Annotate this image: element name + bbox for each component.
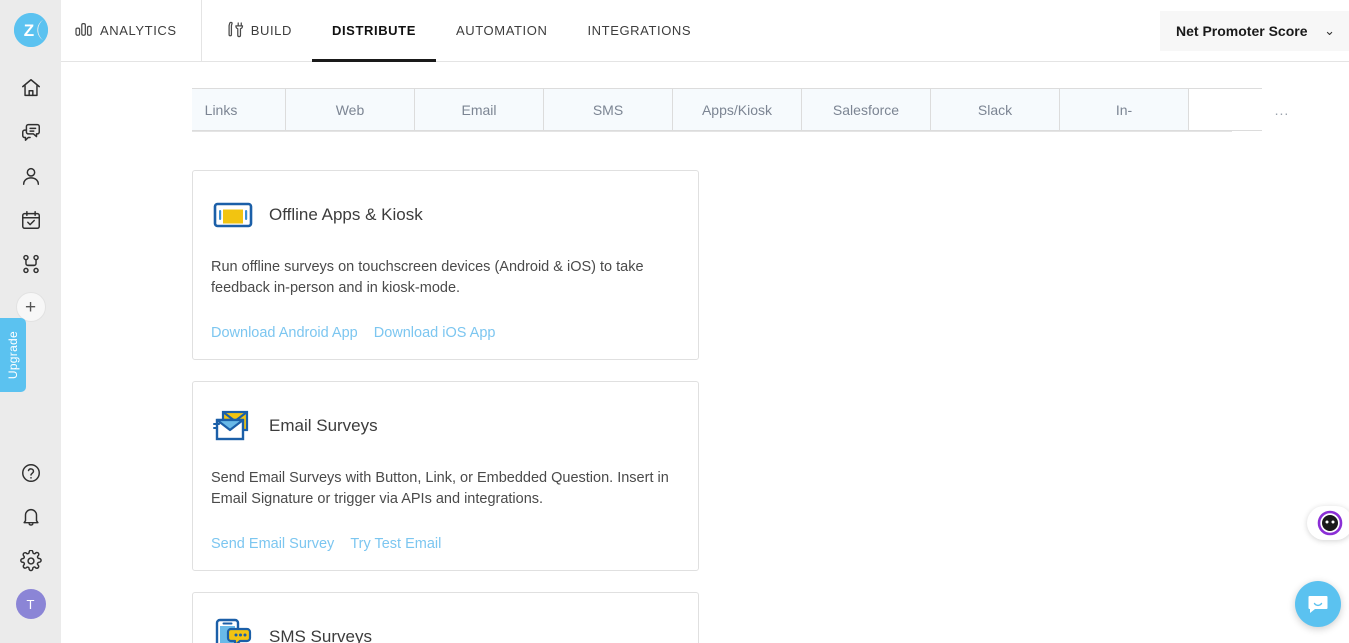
tab-salesforce[interactable]: Salesforce — [802, 89, 931, 130]
feedback-widget-button[interactable] — [1307, 506, 1349, 540]
tab-web[interactable]: Web — [286, 89, 415, 130]
tabs-list: Getting Started Links Web Email SMS Apps… — [192, 88, 1293, 131]
card-header: Email Surveys — [211, 402, 680, 450]
card-sms-surveys: SMS Surveys Reach your audiences on thei… — [192, 592, 699, 643]
upgrade-label: Upgrade — [6, 330, 20, 380]
send-email-survey-link[interactable]: Send Email Survey — [211, 536, 334, 552]
nav-label-integrations: INTEGRATIONS — [587, 23, 692, 38]
zonka-logo[interactable]: Z — [11, 10, 51, 50]
nav-label-build: BUILD — [250, 23, 292, 38]
download-android-app-link[interactable]: Download Android App — [211, 325, 358, 341]
card-header: Offline Apps & Kiosk — [211, 191, 680, 239]
svg-text:Z: Z — [23, 21, 33, 40]
feedback-icon[interactable] — [9, 110, 53, 154]
tab-email[interactable]: Email — [415, 89, 544, 130]
card-actions: Send Email Survey Try Test Email — [211, 520, 680, 552]
tabs-overflow-button[interactable]: ... — [1262, 88, 1302, 131]
card-title: Email Surveys — [269, 416, 378, 435]
contacts-icon[interactable] — [9, 154, 53, 198]
card-offline-apps-kiosk: Offline Apps & Kiosk Run offline surveys… — [192, 170, 699, 360]
download-ios-app-link[interactable]: Download iOS App — [374, 325, 496, 341]
nav-item-build[interactable]: BUILD — [202, 0, 312, 62]
rail-secondary-nav: T — [0, 451, 61, 619]
tab-links[interactable]: Links — [192, 89, 286, 130]
nav-label-distribute: DISTRIBUTE — [331, 23, 416, 38]
try-test-email-link[interactable]: Try Test Email — [350, 536, 441, 552]
nav-item-integrations[interactable]: INTEGRATIONS — [567, 0, 711, 62]
avatar[interactable]: T — [15, 589, 46, 619]
distribute-tabstrip: Getting Started Links Web Email SMS Apps… — [61, 62, 1349, 132]
nav-item-analytics[interactable]: ANALYTICS — [61, 0, 202, 62]
tab-sms[interactable]: SMS — [544, 89, 673, 130]
notifications-icon[interactable] — [9, 495, 53, 539]
left-rail: Z + Upgrade T — [0, 0, 61, 643]
card-header: SMS Surveys — [211, 613, 680, 643]
tab-in-app[interactable]: In- — [1060, 89, 1189, 130]
card-actions: Download Android App Download iOS App — [211, 309, 680, 341]
bar-chart-icon — [75, 21, 93, 40]
smiley-dots-icon — [1317, 510, 1343, 536]
card-title: SMS Surveys — [269, 627, 372, 643]
rail-primary-nav: + — [9, 66, 53, 322]
distribution-channel-cards: Offline Apps & Kiosk Run offline surveys… — [192, 170, 1233, 643]
tablet-kiosk-icon — [211, 193, 255, 237]
tasks-icon[interactable] — [9, 198, 53, 242]
settings-icon[interactable] — [9, 539, 53, 583]
chat-bubble-icon — [1308, 596, 1328, 613]
nav-label-analytics: ANALYTICS — [100, 23, 177, 38]
survey-select-value: Net Promoter Score — [1176, 23, 1308, 39]
card-description: Run offline surveys on touchscreen devic… — [211, 259, 644, 296]
tabstrip-divider — [192, 131, 1232, 132]
sms-phone-icon — [211, 615, 255, 643]
survey-select[interactable]: Net Promoter Score ⌄ — [1160, 11, 1349, 51]
help-icon[interactable] — [9, 451, 53, 495]
nav-label-automation: AUTOMATION — [455, 23, 548, 38]
workflows-icon[interactable] — [9, 242, 53, 286]
chevron-down-icon: ⌄ — [1324, 23, 1335, 38]
intercom-chat-button[interactable] — [1295, 581, 1341, 627]
tools-icon — [226, 21, 244, 41]
home-icon[interactable] — [9, 66, 53, 110]
tabs-viewport: Getting Started Links Web Email SMS Apps… — [192, 88, 1293, 131]
card-email-surveys: Email Surveys Send Email Surveys with Bu… — [192, 381, 699, 571]
nav-item-distribute[interactable]: DISTRIBUTE — [311, 0, 436, 62]
envelope-icon — [211, 404, 255, 448]
card-title: Offline Apps & Kiosk — [269, 205, 423, 224]
upgrade-button[interactable]: Upgrade — [0, 318, 26, 392]
top-header: ANALYTICS BUILD DISTRIBUTE AUTOMATION IN… — [61, 0, 1349, 62]
card-description: Send Email Surveys with Button, Link, or… — [211, 470, 669, 507]
tab-apps-kiosk[interactable]: Apps/Kiosk — [673, 89, 802, 130]
tab-slack[interactable]: Slack — [931, 89, 1060, 130]
app-root: Z + Upgrade T ANALYTICS BUILD DISTRIBUTE… — [0, 0, 1349, 643]
nav-item-automation[interactable]: AUTOMATION — [436, 0, 567, 62]
